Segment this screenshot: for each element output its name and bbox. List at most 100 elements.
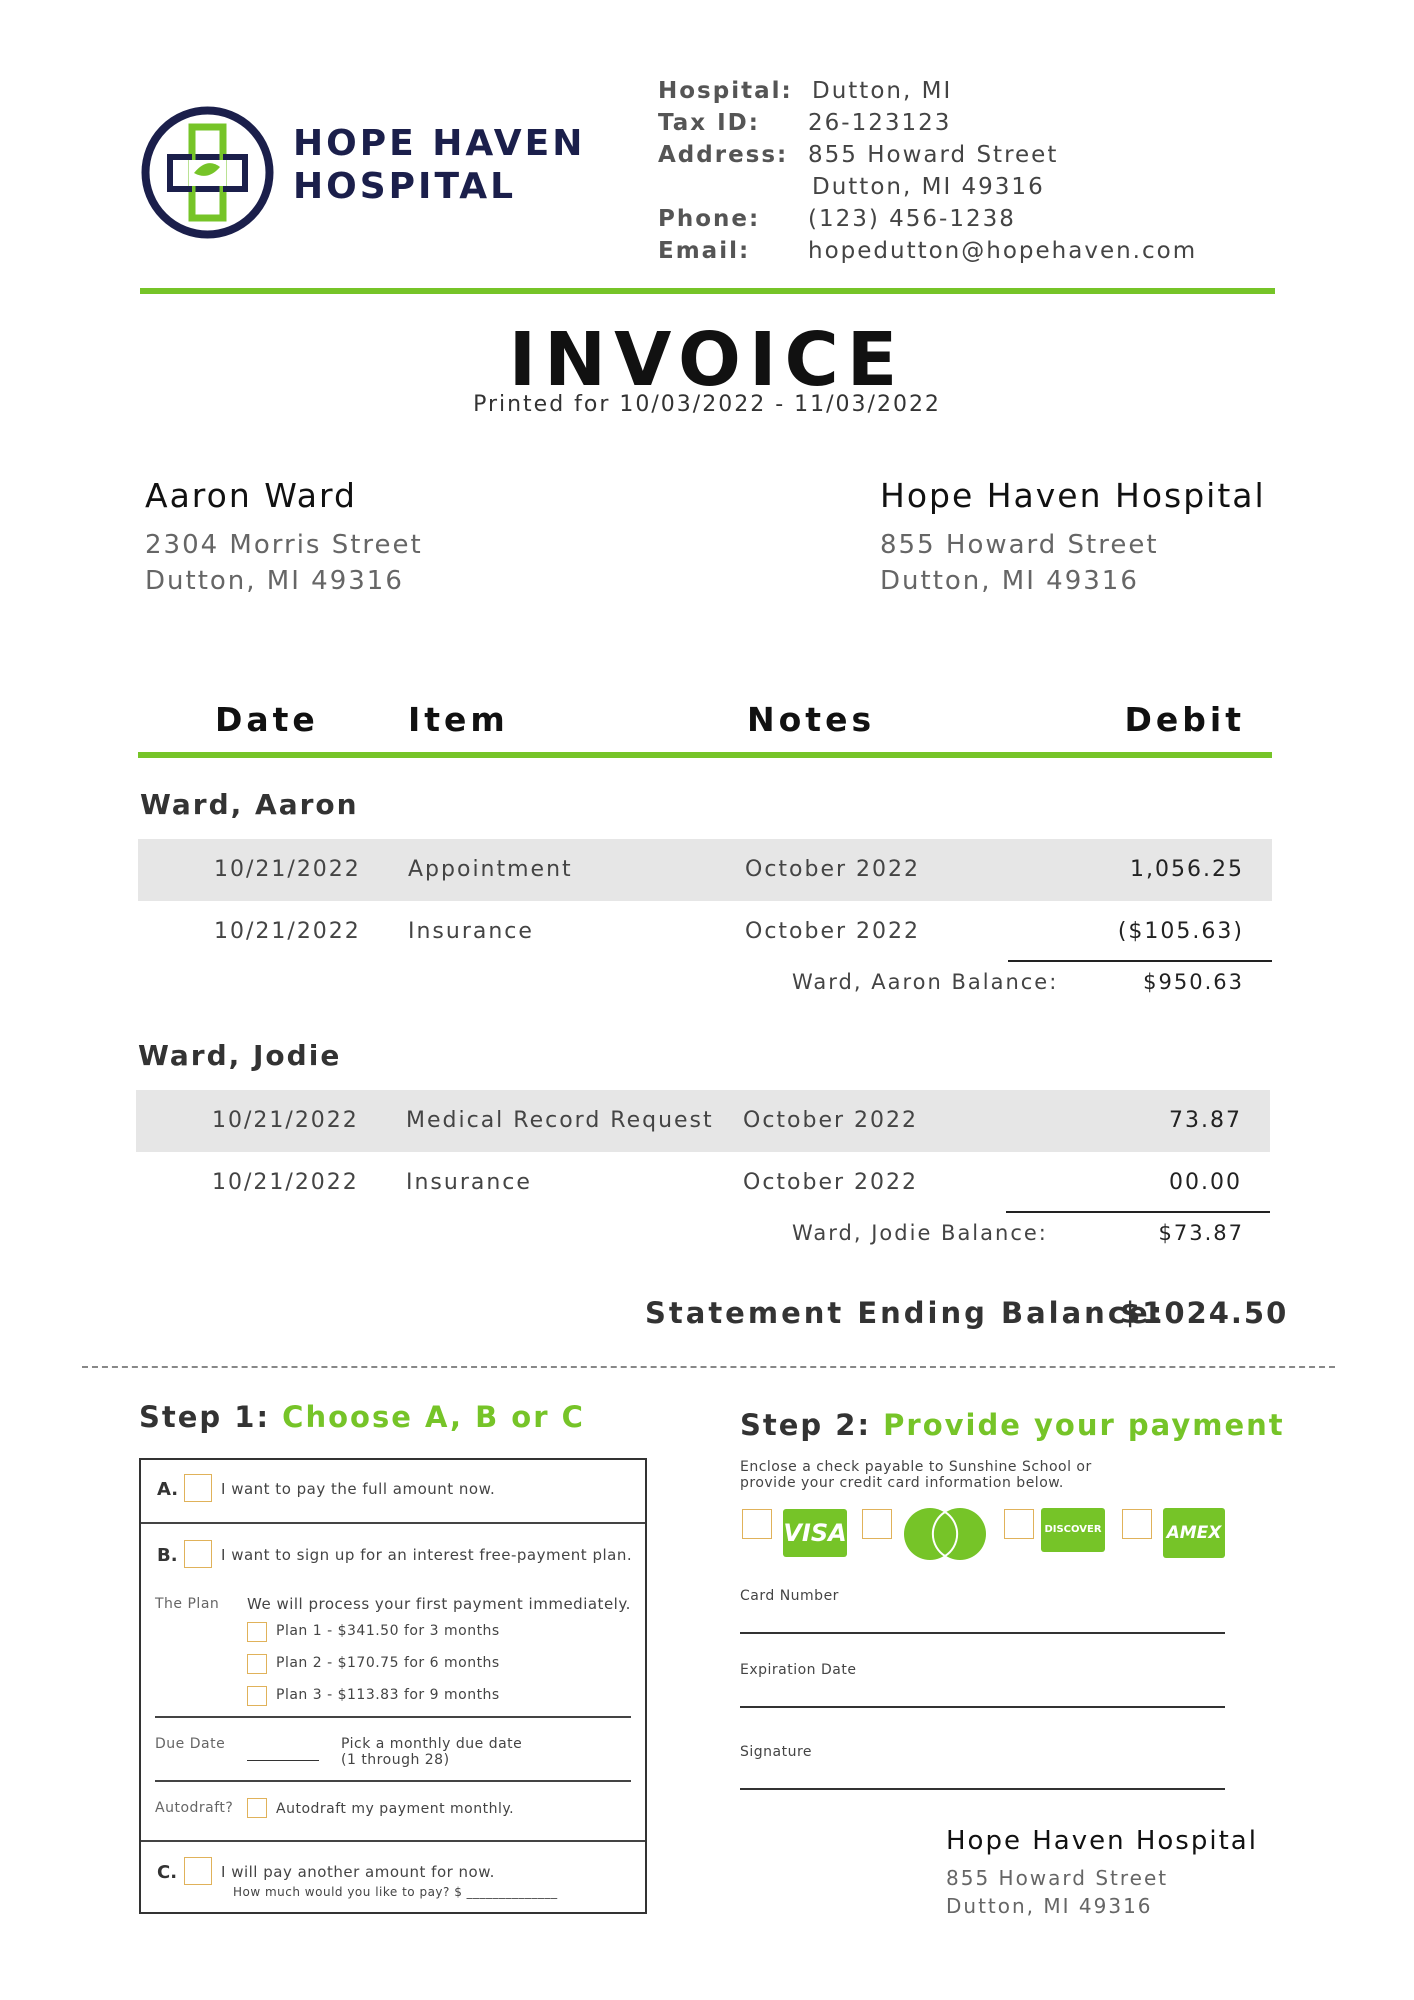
hospital-brand-name: HOPE HAVEN HOSPITAL bbox=[293, 122, 585, 208]
option-a-checkbox[interactable] bbox=[184, 1474, 212, 1502]
row-item: Insurance bbox=[408, 919, 534, 944]
row-notes: October 2022 bbox=[743, 1108, 919, 1133]
column-header-notes: Notes bbox=[747, 700, 876, 739]
plan-1-checkbox[interactable] bbox=[247, 1622, 267, 1642]
divider bbox=[141, 1840, 645, 1842]
bill-to-name: Aaron Ward bbox=[145, 476, 357, 515]
due-date-help-line-1: Pick a monthly due date bbox=[341, 1736, 523, 1752]
row-date: 10/21/2022 bbox=[212, 1108, 359, 1133]
card-number-input[interactable] bbox=[740, 1632, 1225, 1634]
tax-id-label: Tax ID: bbox=[658, 110, 760, 136]
column-header-debit: Debit bbox=[1124, 700, 1245, 739]
statement-ending-value: $1024.50 bbox=[1120, 1296, 1289, 1330]
due-date-help: Pick a monthly due date (1 through 28) bbox=[341, 1736, 522, 1768]
table-row: 10/21/2022 Insurance October 2022 ($105.… bbox=[138, 901, 1272, 963]
plan-label: The Plan bbox=[155, 1596, 220, 1612]
due-date-label: Due Date bbox=[155, 1736, 226, 1752]
address-label: Address: bbox=[658, 142, 789, 168]
hospital-value: Dutton, MI bbox=[812, 78, 953, 104]
plan-intro: We will process your first payment immed… bbox=[247, 1595, 631, 1613]
option-b-text: I want to sign up for an interest free-p… bbox=[221, 1546, 633, 1564]
hospital-label: Hospital: bbox=[658, 78, 793, 104]
step1-title: Choose A, B or C bbox=[282, 1400, 585, 1434]
balance-divider bbox=[1006, 1211, 1270, 1213]
balance-value-aaron: $950.63 bbox=[1143, 970, 1244, 994]
balance-value-jodie: $73.87 bbox=[1158, 1221, 1244, 1245]
amex-icon: AMEX bbox=[1163, 1508, 1225, 1558]
table-header-divider bbox=[138, 752, 1272, 758]
bill-to-line-1: 2304 Morris Street bbox=[145, 530, 423, 560]
row-debit: ($105.63) bbox=[1117, 919, 1244, 944]
row-item: Medical Record Request bbox=[406, 1108, 714, 1133]
step2-heading: Step 2: Provide your payment bbox=[740, 1408, 1285, 1442]
discover-checkbox[interactable] bbox=[1004, 1509, 1034, 1539]
divider bbox=[141, 1522, 645, 1524]
email-label: Email: bbox=[658, 238, 751, 264]
autodraft-label: Autodraft? bbox=[155, 1800, 234, 1816]
signature-label: Signature bbox=[740, 1744, 813, 1760]
step1-prefix: Step 1: bbox=[139, 1400, 271, 1434]
column-header-date: Date bbox=[215, 700, 319, 739]
option-c-amount-prompt: How much would you like to pay? $ ______… bbox=[233, 1885, 558, 1899]
amex-checkbox[interactable] bbox=[1122, 1509, 1152, 1539]
table-row: 10/21/2022 Insurance October 2022 00.00 bbox=[136, 1152, 1270, 1214]
row-debit: 00.00 bbox=[1169, 1170, 1242, 1195]
plan-3-text: Plan 3 - $113.83 for 9 months bbox=[276, 1687, 500, 1703]
invoice-title: INVOICE bbox=[508, 317, 906, 403]
plan-1-text: Plan 1 - $341.50 for 3 months bbox=[276, 1623, 500, 1639]
row-date: 10/21/2022 bbox=[214, 919, 361, 944]
tax-id-value: 26-123123 bbox=[808, 110, 952, 136]
row-notes: October 2022 bbox=[745, 857, 921, 882]
expiration-date-input[interactable] bbox=[740, 1706, 1225, 1708]
from-name: Hope Haven Hospital bbox=[880, 476, 1266, 515]
bill-to-line-2: Dutton, MI 49316 bbox=[145, 566, 404, 596]
remit-name: Hope Haven Hospital bbox=[946, 1826, 1258, 1856]
address-line-1: 855 Howard Street bbox=[808, 142, 1059, 168]
remit-line-2: Dutton, MI 49316 bbox=[946, 1894, 1153, 1918]
table-row: 10/21/2022 Appointment October 2022 1,05… bbox=[138, 839, 1272, 901]
brand-line-2: HOSPITAL bbox=[293, 166, 517, 207]
email-value: hopedutton@hopehaven.com bbox=[808, 238, 1198, 264]
column-header-item: Item bbox=[408, 700, 509, 739]
step2-title: Provide your payment bbox=[883, 1408, 1285, 1442]
discover-icon: DISCOVER bbox=[1041, 1508, 1105, 1552]
phone-label: Phone: bbox=[658, 206, 761, 232]
signature-input[interactable] bbox=[740, 1788, 1225, 1790]
printed-for-range: Printed for 10/03/2022 - 11/03/2022 bbox=[473, 392, 941, 417]
table-row: 10/21/2022 Medical Record Request Octobe… bbox=[136, 1090, 1270, 1152]
due-date-input[interactable] bbox=[247, 1760, 319, 1761]
row-debit: 73.87 bbox=[1169, 1108, 1242, 1133]
visa-checkbox[interactable] bbox=[742, 1509, 772, 1539]
plan-2-checkbox[interactable] bbox=[247, 1654, 267, 1674]
phone-value: (123) 456-1238 bbox=[808, 206, 1016, 232]
row-notes: October 2022 bbox=[743, 1170, 919, 1195]
row-date: 10/21/2022 bbox=[214, 857, 361, 882]
balance-label-aaron: Ward, Aaron Balance: bbox=[792, 970, 1059, 994]
statement-ending-label: Statement Ending Balance: bbox=[645, 1296, 1166, 1330]
address-line-2: Dutton, MI 49316 bbox=[812, 174, 1045, 200]
autodraft-checkbox[interactable] bbox=[247, 1798, 267, 1818]
plan-3-checkbox[interactable] bbox=[247, 1686, 267, 1706]
step2-prefix: Step 2: bbox=[740, 1408, 872, 1442]
row-notes: October 2022 bbox=[745, 919, 921, 944]
option-c-checkbox[interactable] bbox=[184, 1857, 212, 1885]
expiration-date-label: Expiration Date bbox=[740, 1662, 857, 1678]
mastercard-checkbox[interactable] bbox=[862, 1509, 892, 1539]
hospital-logo-icon bbox=[141, 106, 274, 239]
step2-instructions: Enclose a check payable to Sunshine Scho… bbox=[740, 1459, 1092, 1491]
row-debit: 1,056.25 bbox=[1130, 857, 1244, 882]
from-line-1: 855 Howard Street bbox=[880, 530, 1159, 560]
option-b-checkbox[interactable] bbox=[184, 1540, 212, 1568]
balance-divider bbox=[1008, 960, 1272, 962]
group-name-aaron: Ward, Aaron bbox=[140, 788, 359, 821]
balance-label-jodie: Ward, Jodie Balance: bbox=[792, 1221, 1048, 1245]
step1-heading: Step 1: Choose A, B or C bbox=[139, 1400, 585, 1434]
card-number-label: Card Number bbox=[740, 1588, 839, 1604]
step1-options-box: A. I want to pay the full amount now. B.… bbox=[139, 1458, 647, 1914]
option-c-text: I will pay another amount for now. bbox=[221, 1863, 495, 1881]
plan-2-text: Plan 2 - $170.75 for 6 months bbox=[276, 1655, 500, 1671]
row-date: 10/21/2022 bbox=[212, 1170, 359, 1195]
option-a-letter: A. bbox=[157, 1479, 179, 1500]
mastercard-icon bbox=[904, 1508, 986, 1560]
group-name-jodie: Ward, Jodie bbox=[138, 1039, 342, 1072]
